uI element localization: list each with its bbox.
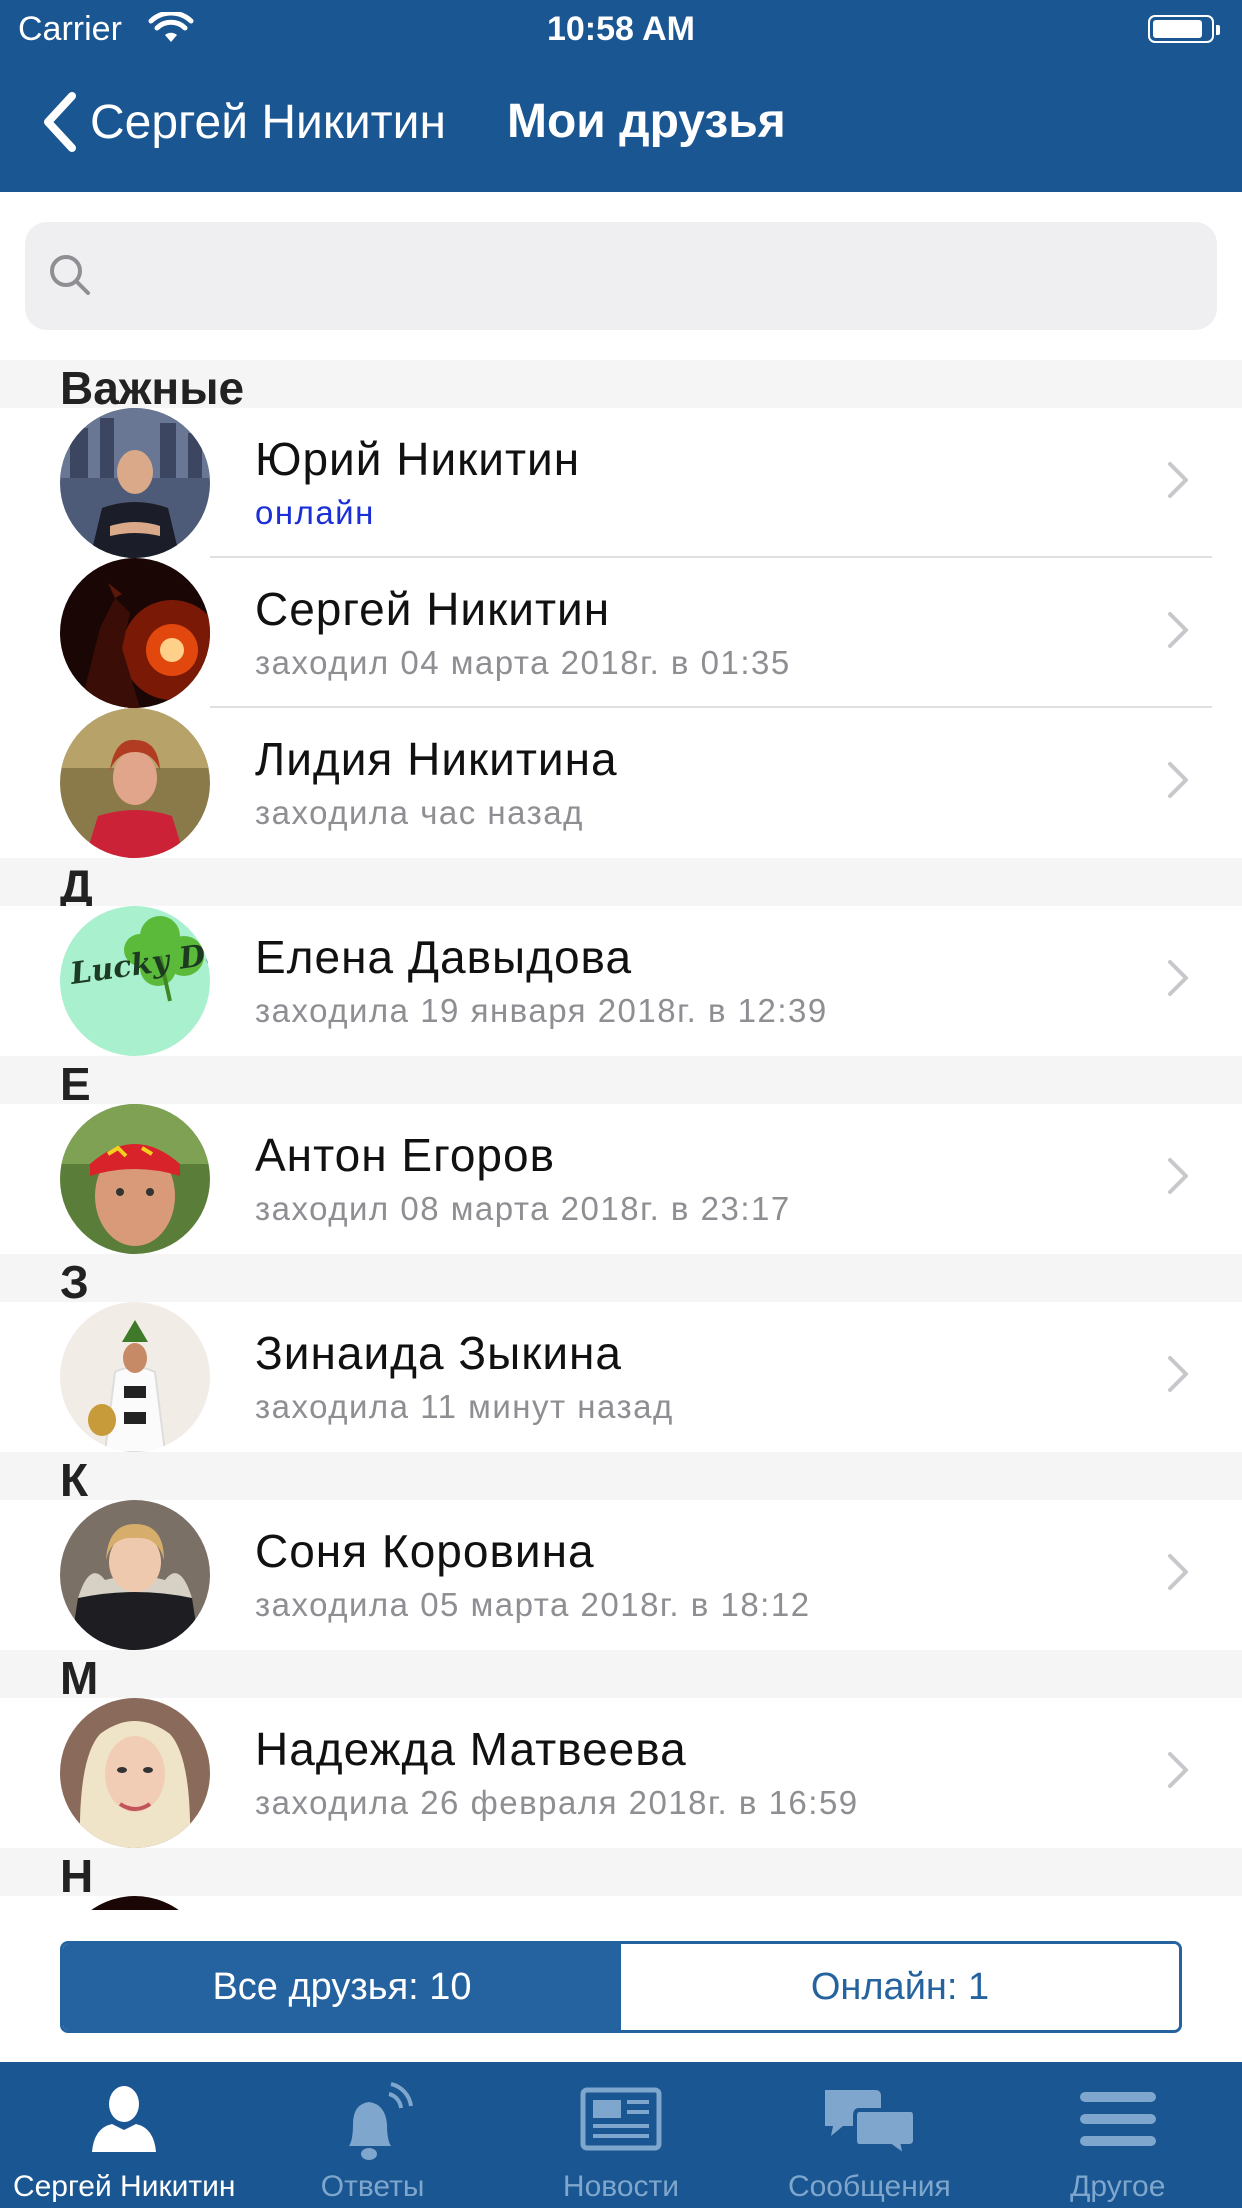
tab-profile[interactable]: Сергей Никитин bbox=[0, 2062, 248, 2208]
avatar: Lucky Day bbox=[60, 906, 210, 1056]
tab-other[interactable]: Другое bbox=[994, 2062, 1242, 2208]
person-icon bbox=[0, 2080, 248, 2168]
chat-bubbles-icon bbox=[745, 2080, 993, 2168]
friend-row[interactable]: Лидия Никитина заходила час назад bbox=[0, 708, 1242, 858]
section-header: Е bbox=[0, 1056, 1242, 1110]
search-input[interactable] bbox=[115, 222, 1199, 332]
chevron-right-icon bbox=[1166, 1156, 1190, 1201]
friend-name: Антон Егоров bbox=[255, 1129, 556, 1181]
tab-answers[interactable]: Ответы bbox=[248, 2062, 496, 2208]
friend-name: Зинаида Зыкина bbox=[255, 1327, 623, 1379]
friend-name: Сергей Никитин bbox=[255, 583, 611, 635]
section-header: К bbox=[0, 1452, 1242, 1506]
tab-label: Сергей Никитин bbox=[12, 2170, 236, 2203]
section-header: Важные bbox=[0, 360, 1242, 414]
section-header: Н bbox=[0, 1848, 1242, 1902]
friends-list[interactable]: Важные Юрий Никитин онлайн Сергей Никити… bbox=[0, 360, 1242, 1910]
friend-row[interactable]: Юрий Никитин онлайн bbox=[0, 408, 1242, 558]
chevron-right-icon bbox=[1166, 1750, 1190, 1795]
tab-messages[interactable]: Сообщения bbox=[745, 2062, 993, 2208]
search-bar[interactable] bbox=[25, 222, 1217, 332]
avatar bbox=[60, 558, 210, 708]
friend-row[interactable]: Зинаида Зыкина заходила 11 минут назад bbox=[0, 1302, 1242, 1452]
avatar bbox=[60, 408, 210, 558]
back-button[interactable]: Сергей Никитин bbox=[32, 90, 446, 154]
friend-status: заходил 08 марта 2018г. в 23:17 bbox=[255, 1190, 791, 1227]
friend-name: Юрий Никитин bbox=[255, 433, 581, 485]
friend-name: Соня Коровина bbox=[255, 1525, 595, 1577]
menu-icon bbox=[994, 2080, 1242, 2168]
search-icon bbox=[43, 248, 97, 307]
friend-row[interactable]: Антон Егоров заходил 08 марта 2018г. в 2… bbox=[0, 1104, 1242, 1254]
page-title: Мои друзья bbox=[507, 95, 786, 148]
tab-news[interactable]: Новости bbox=[497, 2062, 745, 2208]
status-bar: Carrier 10:58 AM bbox=[0, 0, 1242, 62]
tab-label: Ответы bbox=[320, 2170, 425, 2203]
clock: 10:58 AM bbox=[546, 10, 696, 48]
navigation-bar: Carrier 10:58 AM Сергей Никитин Мои друз… bbox=[0, 0, 1242, 192]
newspaper-icon bbox=[497, 2080, 745, 2168]
friend-status: заходила 26 февраля 2018г. в 16:59 bbox=[255, 1784, 859, 1821]
avatar bbox=[60, 1302, 210, 1452]
section-header: М bbox=[0, 1650, 1242, 1704]
friend-status: заходила 05 марта 2018г. в 18:12 bbox=[255, 1586, 811, 1623]
avatar bbox=[60, 1698, 210, 1848]
avatar bbox=[60, 1104, 210, 1254]
friend-name: Елена Давыдова bbox=[255, 931, 633, 983]
tab-label: Сообщения bbox=[787, 2170, 951, 2203]
friend-name: Надежда Матвеева bbox=[255, 1723, 687, 1775]
friends-filter-segmented-control[interactable]: Все друзья: 10 Онлайн: 1 bbox=[60, 1941, 1182, 2033]
chevron-right-icon bbox=[1166, 1354, 1190, 1399]
friend-status: заходила 19 января 2018г. в 12:39 bbox=[255, 992, 828, 1029]
segment-online[interactable]: Онлайн: 1 bbox=[621, 1944, 1179, 2030]
friend-row[interactable]: Надежда Матвеева заходила 26 февраля 201… bbox=[0, 1698, 1242, 1848]
battery-icon bbox=[1148, 15, 1220, 43]
friend-row-partial[interactable] bbox=[0, 1896, 1242, 1910]
chevron-right-icon bbox=[1166, 460, 1190, 505]
avatar bbox=[60, 1896, 210, 1910]
friend-status: заходила час назад bbox=[255, 794, 584, 831]
avatar bbox=[60, 708, 210, 858]
avatar bbox=[60, 1500, 210, 1650]
friend-name: Лидия Никитина bbox=[255, 733, 618, 785]
tab-bar: Сергей Никитин Ответы Новости Сообщения … bbox=[0, 2062, 1242, 2208]
friend-status: онлайн bbox=[255, 494, 375, 531]
friend-row[interactable]: Соня Коровина заходила 05 марта 2018г. в… bbox=[0, 1500, 1242, 1650]
friend-status: заходила 11 минут назад bbox=[255, 1388, 674, 1425]
segment-all-friends[interactable]: Все друзья: 10 bbox=[63, 1944, 621, 2030]
tab-label: Другое bbox=[1070, 2170, 1166, 2203]
chevron-right-icon bbox=[1166, 1552, 1190, 1597]
tab-label: Новости bbox=[562, 2170, 680, 2203]
chevron-right-icon bbox=[1166, 958, 1190, 1003]
back-button-label: Сергей Никитин bbox=[90, 95, 446, 149]
chevron-right-icon bbox=[1166, 610, 1190, 655]
chevron-right-icon bbox=[1166, 760, 1190, 805]
friend-status: заходил 04 марта 2018г. в 01:35 bbox=[255, 644, 791, 681]
bell-icon bbox=[248, 2080, 496, 2168]
friend-row[interactable]: Lucky Day Елена Давыдова заходила 19 янв… bbox=[0, 906, 1242, 1056]
friend-row[interactable]: Сергей Никитин заходил 04 марта 2018г. в… bbox=[0, 558, 1242, 708]
section-header: З bbox=[0, 1254, 1242, 1308]
section-header: Д bbox=[0, 858, 1242, 912]
